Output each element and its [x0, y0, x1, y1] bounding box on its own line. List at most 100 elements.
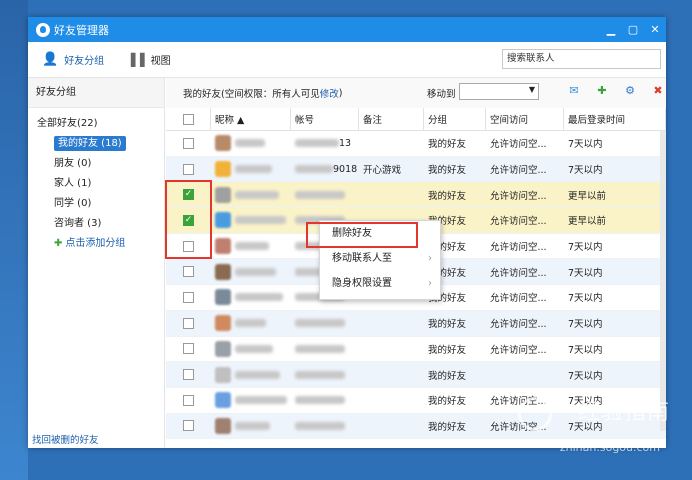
blurred-nickname: [235, 421, 270, 430]
avatar: [215, 289, 231, 306]
tab-view[interactable]: ▐▐ 视图: [126, 52, 170, 68]
remark-cell: [359, 311, 424, 336]
column-nickname[interactable]: 昵称 ▲: [211, 108, 291, 130]
toolbar: 👤 好友分组 ▐▐ 视图 搜索联系人: [28, 42, 666, 78]
blurred-nickname: [235, 267, 276, 276]
row-checkbox[interactable]: [166, 388, 211, 413]
delete-friend-icon[interactable]: ✖: [650, 84, 666, 100]
account-cell: [291, 311, 359, 336]
maximize-button[interactable]: ▢: [622, 17, 644, 42]
group-cell: 我的好友: [428, 190, 467, 202]
column-remark[interactable]: 备注: [359, 108, 424, 130]
minimize-button[interactable]: ▁: [600, 17, 622, 42]
blurred-account: [295, 396, 345, 405]
nickname-cell: [211, 362, 291, 387]
scrollbar[interactable]: [660, 131, 666, 431]
chevron-right-icon: ›: [428, 278, 432, 289]
menu-item-move-contact[interactable]: 移动联系人至 ›: [320, 246, 440, 271]
account-cell: [291, 388, 359, 413]
sidebar-item-family[interactable]: 家人 (1): [28, 174, 164, 194]
nickname-cell: [211, 234, 291, 259]
last-login-cell: 7天以内: [568, 319, 603, 331]
avatar: [215, 315, 231, 332]
row-checkbox[interactable]: [166, 131, 211, 156]
last-login-cell: 7天以内: [568, 165, 603, 177]
table-row[interactable]: 9018 开心游戏 我的好友 允许访问空... 7天以内: [166, 156, 666, 183]
group-cell: 我的好友: [428, 370, 467, 382]
table-row[interactable]: ✓ 我的好友 允许访问空... 更早以前: [166, 182, 666, 209]
window-title: 好友管理器: [54, 23, 109, 37]
group-cell: 我的好友: [428, 396, 467, 408]
row-checkbox[interactable]: [166, 414, 211, 439]
checkbox-icon: [183, 266, 194, 278]
column-group[interactable]: 分组: [424, 108, 486, 130]
sidebar-item-classmates[interactable]: 同学 (0): [28, 194, 164, 214]
account-text: 9018: [333, 163, 358, 175]
friend-settings-icon[interactable]: ⚙: [622, 84, 638, 100]
highlight-checked-rows: [165, 180, 212, 259]
group-permission-suffix: ): [338, 87, 343, 99]
account-cell: [291, 182, 359, 207]
last-login-cell: 7天以内: [568, 139, 603, 151]
checkbox-icon: [183, 137, 194, 149]
add-friend-icon[interactable]: ✚: [594, 84, 610, 100]
row-checkbox[interactable]: [166, 362, 211, 387]
table-row[interactable]: 我的好友 允许访问空... 7天以内: [166, 337, 666, 363]
blurred-account: [295, 344, 345, 353]
plus-icon: ✚: [54, 238, 63, 249]
menu-item-stealth-permission[interactable]: 隐身权限设置 ›: [320, 271, 440, 296]
select-all-checkbox[interactable]: [166, 108, 211, 130]
table-row[interactable]: 我的好友 7天以内: [166, 362, 666, 388]
access-cell: 允许访问空...: [490, 293, 547, 305]
search-input[interactable]: 搜索联系人: [502, 49, 661, 69]
checkbox-icon: [182, 113, 194, 125]
row-checkbox[interactable]: [166, 259, 211, 284]
last-login-cell: 更早以前: [568, 190, 607, 202]
modify-permission-link[interactable]: 修改: [320, 86, 339, 100]
move-to-dropdown[interactable]: [459, 83, 539, 100]
row-checkbox[interactable]: [166, 337, 211, 362]
sidebar-item-all[interactable]: 全部好友(22): [28, 114, 164, 134]
close-button[interactable]: ✕: [644, 17, 666, 42]
recover-deleted-link[interactable]: 找回被删的好友: [32, 432, 99, 446]
access-cell: 允许访问空...: [490, 190, 547, 202]
last-login-cell: 更早以前: [568, 216, 607, 228]
avatar: [215, 366, 231, 383]
tab-friend-groups[interactable]: 👤 好友分组: [42, 52, 104, 67]
watermark-logo: [518, 397, 552, 431]
column-account[interactable]: 帐号: [291, 108, 359, 130]
qq-logo-icon: [36, 22, 50, 37]
table-row[interactable]: 我的好友 允许访问空... 7天以内: [166, 310, 666, 337]
remark-cell: [359, 362, 424, 387]
table-row[interactable]: 13 我的好友 允许访问空... 7天以内: [166, 131, 666, 157]
send-message-icon[interactable]: ✉: [566, 84, 582, 100]
watermark-text: 经验指南: [577, 400, 670, 425]
nickname-cell: [211, 337, 291, 362]
sidebar-item-friends[interactable]: 朋友 (0): [28, 154, 164, 174]
add-group-button[interactable]: ✚ 点击添加分组: [28, 234, 164, 254]
last-login-cell: 7天以内: [568, 293, 603, 305]
watermark-url: zhinan.sogou.com: [559, 441, 660, 454]
group-permission-text: 我的好友(空间权限：所有人可见: [183, 89, 320, 100]
bar-chart-icon: ▐▐: [126, 52, 145, 67]
user-group-icon: 👤: [42, 52, 59, 67]
row-checkbox[interactable]: [166, 157, 211, 182]
blurred-nickname: [235, 344, 273, 353]
group-cell: 我的好友: [428, 319, 467, 331]
blurred-nickname: [235, 190, 279, 199]
nickname-cell: [211, 388, 291, 413]
nickname-cell: [211, 414, 291, 439]
nickname-cell: [211, 311, 291, 336]
sidebar-item-my-friends[interactable]: 我的好友 (18): [28, 134, 164, 154]
row-checkbox[interactable]: [166, 311, 211, 336]
remark-cell: [359, 182, 424, 207]
sidebar-item-consultants[interactable]: 咨询者 (3): [28, 214, 164, 234]
column-space-access[interactable]: 空间访问: [486, 108, 564, 130]
blurred-nickname: [235, 396, 287, 405]
blurred-account: [295, 139, 339, 148]
column-last-login[interactable]: 最后登录时间: [564, 108, 666, 130]
row-checkbox[interactable]: [166, 285, 211, 310]
remark-cell: [359, 414, 424, 439]
remark-cell: [359, 337, 424, 362]
nickname-cell: [211, 285, 291, 310]
